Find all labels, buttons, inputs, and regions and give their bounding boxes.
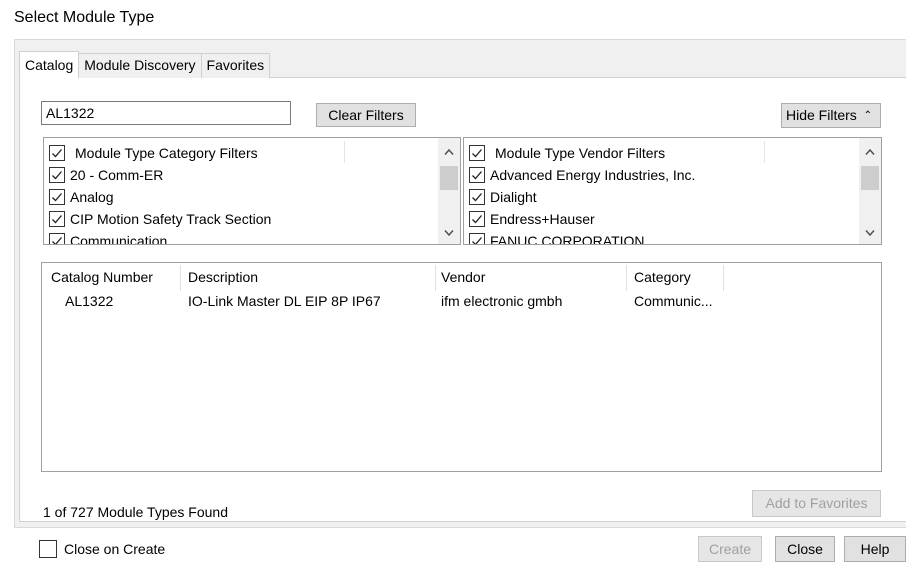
hide-filters-button[interactable]: Hide Filters ⌃	[781, 103, 881, 128]
checkbox[interactable]	[49, 233, 65, 244]
checkmark-icon	[52, 193, 62, 202]
vendor-filter-label: Endress+Hauser	[490, 211, 595, 227]
column-header-description[interactable]: Description	[188, 269, 258, 285]
vendor-filter-item[interactable]: Endress+Hauser	[469, 208, 595, 230]
checkmark-icon	[472, 237, 482, 244]
category-filter-item[interactable]: Communication	[49, 230, 168, 245]
status-text: 1 of 727 Module Types Found	[43, 504, 228, 520]
vendor-filter-label: Advanced Energy Industries, Inc.	[490, 167, 696, 183]
checkbox[interactable]	[469, 167, 485, 183]
checkbox[interactable]	[49, 211, 65, 227]
tab-catalog[interactable]: Catalog	[19, 51, 80, 78]
chevrons-up-icon: ⌃	[863, 110, 872, 121]
vendor-filter-label: Dialight	[490, 189, 537, 205]
category-scrollbar[interactable]	[438, 138, 460, 244]
results-table[interactable]: Catalog Number Description Vendor Catego…	[41, 262, 882, 472]
add-to-favorites-button[interactable]: Add to Favorites	[752, 490, 881, 517]
vendor-filter-label: FANUC CORPORATION	[490, 233, 645, 245]
checkbox[interactable]	[49, 167, 65, 183]
checkbox[interactable]	[469, 145, 485, 161]
checkmark-icon	[52, 237, 62, 244]
scroll-thumb[interactable]	[440, 166, 458, 190]
category-filter-label: Analog	[70, 189, 114, 205]
cell-catalog-number: AL1322	[65, 293, 114, 309]
tab-module-discovery[interactable]: Module Discovery	[78, 53, 202, 78]
category-filter-item[interactable]: CIP Motion Safety Track Section	[49, 208, 271, 230]
column-header-category[interactable]: Category	[634, 269, 691, 285]
checkmark-icon	[472, 193, 482, 202]
checkmark-icon	[52, 171, 62, 180]
column-header-catalog-number[interactable]: Catalog Number	[51, 269, 153, 285]
close-button[interactable]: Close	[775, 536, 835, 562]
close-on-create-checkbox[interactable]	[39, 540, 57, 558]
category-filter-list[interactable]: Module Type Category Filters 20 - Comm-E…	[43, 137, 461, 245]
column-divider	[344, 141, 345, 163]
scroll-down-icon[interactable]	[438, 222, 460, 244]
checkmark-icon	[52, 215, 62, 224]
cell-vendor: ifm electronic gmbh	[441, 293, 563, 309]
help-button[interactable]: Help	[844, 536, 906, 562]
vendor-filter-header-label: Module Type Vendor Filters	[495, 145, 666, 161]
scroll-thumb[interactable]	[861, 166, 879, 190]
column-divider	[764, 141, 765, 163]
hide-filters-label: Hide Filters	[786, 107, 857, 123]
vendor-filter-header[interactable]: Module Type Vendor Filters	[469, 142, 665, 164]
checkbox[interactable]	[469, 233, 485, 244]
clear-filters-button[interactable]: Clear Filters	[316, 103, 416, 127]
scroll-up-icon[interactable]	[859, 141, 881, 163]
column-divider	[723, 265, 724, 291]
category-filter-header[interactable]: Module Type Category Filters	[49, 142, 258, 164]
column-header-vendor[interactable]: Vendor	[441, 269, 485, 285]
checkmark-icon	[472, 171, 482, 180]
tab-strip: Catalog Module Discovery Favorites	[19, 51, 271, 78]
scroll-down-icon[interactable]	[859, 222, 881, 244]
category-filter-label: 20 - Comm-ER	[70, 167, 164, 183]
category-filter-label: CIP Motion Safety Track Section	[70, 211, 272, 227]
checkmark-icon	[52, 149, 62, 158]
column-divider	[435, 265, 436, 291]
checkbox[interactable]	[49, 189, 65, 205]
close-on-create-label: Close on Create	[64, 541, 166, 557]
category-filter-label: Communication	[70, 233, 168, 245]
dialog-title: Select Module Type	[14, 9, 155, 26]
close-on-create-option[interactable]: Close on Create	[39, 540, 165, 558]
cell-category: Communic...	[634, 293, 713, 309]
checkmark-icon	[472, 149, 482, 158]
checkbox[interactable]	[469, 211, 485, 227]
vendor-scrollbar[interactable]	[859, 138, 881, 244]
vendor-filter-item[interactable]: Advanced Energy Industries, Inc.	[469, 164, 695, 186]
checkmark-icon	[472, 215, 482, 224]
category-filter-item[interactable]: Analog	[49, 186, 114, 208]
category-filter-item[interactable]: 20 - Comm-ER	[49, 164, 163, 186]
create-button[interactable]: Create	[698, 536, 762, 562]
checkbox[interactable]	[49, 145, 65, 161]
vendor-filter-list[interactable]: Module Type Vendor Filters Advanced Ener…	[463, 137, 882, 245]
tab-favorites[interactable]: Favorites	[200, 53, 271, 78]
search-input[interactable]	[41, 101, 291, 125]
cell-description: IO-Link Master DL EIP 8P IP67	[188, 293, 381, 309]
column-divider	[180, 265, 181, 291]
column-divider	[626, 265, 627, 291]
vendor-filter-item[interactable]: Dialight	[469, 186, 537, 208]
vendor-filter-item[interactable]: FANUC CORPORATION	[469, 230, 645, 245]
scroll-up-icon[interactable]	[438, 141, 460, 163]
category-filter-header-label: Module Type Category Filters	[75, 145, 258, 161]
checkbox[interactable]	[469, 189, 485, 205]
